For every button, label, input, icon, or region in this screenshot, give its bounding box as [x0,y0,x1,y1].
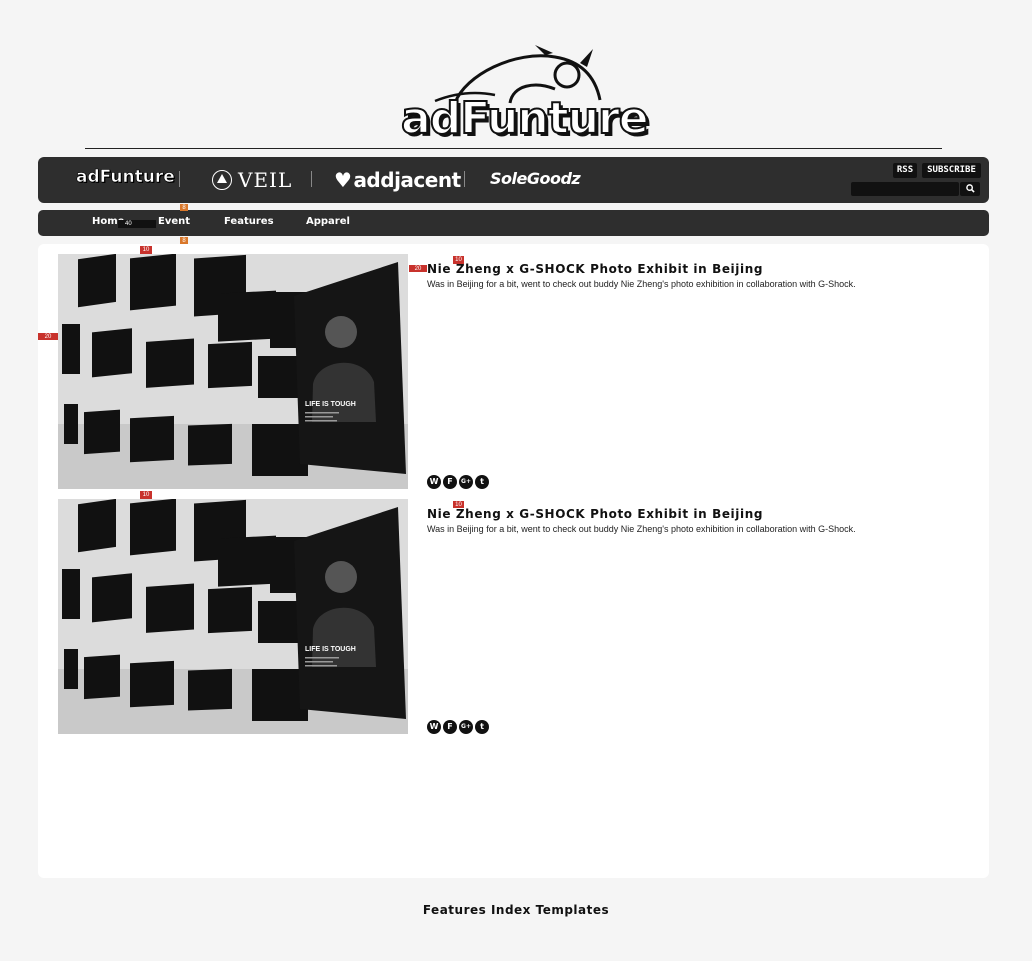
share-google-plus-button[interactable]: G+ [459,475,473,489]
share-buttons: W F G+ t [427,475,489,489]
share-weibo-button[interactable]: W [427,720,441,734]
footer-link[interactable]: Features Index Templates [0,903,1032,917]
post-title[interactable]: Nie Zheng x G-SHOCK Photo Exhibit in Bei… [427,262,763,276]
rss-button[interactable]: RSS [893,163,917,178]
post-title[interactable]: Nie Zheng x G-SHOCK Photo Exhibit in Bei… [427,507,763,521]
brand-addjacent-label: addjacent [353,168,461,192]
search-icon [965,184,975,193]
debug-marker: 20 [38,333,58,340]
share-tumblr-button[interactable]: t [475,720,489,734]
exhibit-photo: LIFE IS TOUGH [58,254,408,489]
heart-icon: ♥ [334,168,352,192]
share-google-plus-button[interactable]: G+ [459,720,473,734]
debug-marker: 40 [118,220,156,228]
search-button[interactable] [960,182,980,196]
debug-marker: 20 [409,265,427,272]
brand-separator [179,171,180,187]
post-excerpt: Was in Beijing for a bit, went to check … [427,279,856,289]
debug-marker: 10 [140,491,152,499]
post-card: LIFE IS TOUGH Nie Zheng x G-SHOCK Photo … [58,254,969,489]
search-input[interactable] [851,182,959,196]
photo-caption: LIFE IS TOUGH [305,401,356,408]
brand-link-adfunture[interactable]: adFunture [76,167,175,188]
debug-marker: 8 [180,204,188,211]
veil-logo-icon [212,170,232,190]
subscribe-button[interactable]: SUBSCRIBE [922,163,981,178]
brand-separator [464,171,465,187]
debug-marker: 8 [180,237,188,244]
post-thumbnail[interactable]: LIFE IS TOUGH [58,499,408,734]
share-buttons: W F G+ t [427,720,489,734]
debug-marker: 10 [453,501,464,508]
nav-item-apparel[interactable]: Apparel [306,216,350,227]
nav-item-event[interactable]: Event [158,216,190,227]
brand-separator [311,171,312,187]
brand-bar: adFunture VEIL ♥ addjacent SoleGoodz RSS … [38,157,989,203]
share-tumblr-button[interactable]: t [475,475,489,489]
share-weibo-button[interactable]: W [427,475,441,489]
debug-marker: 10 [453,256,464,264]
main-nav: Home 40 Event Features Apparel [38,210,989,236]
site-logo[interactable]: adFunture [395,45,650,145]
post-card: LIFE IS TOUGH Nie Zheng x G-SHOCK Photo … [58,499,969,734]
post-thumbnail[interactable]: LIFE IS TOUGH [58,254,408,489]
share-facebook-button[interactable]: F [443,475,457,489]
brand-link-addjacent[interactable]: ♥ addjacent [334,168,461,192]
brand-link-veil[interactable]: VEIL [212,168,292,192]
exhibit-photo: LIFE IS TOUGH [58,499,408,734]
brand-link-solegoodz[interactable]: SoleGoodz [490,169,581,188]
debug-marker: 10 [140,246,152,254]
logo-wordmark: adFunture [400,92,650,145]
share-facebook-button[interactable]: F [443,720,457,734]
content-panel: LIFE IS TOUGH Nie Zheng x G-SHOCK Photo … [38,244,989,878]
header-divider [85,148,942,149]
brand-veil-label: VEIL [238,168,293,192]
photo-caption: LIFE IS TOUGH [305,646,356,653]
nav-item-features[interactable]: Features [224,216,274,227]
post-excerpt: Was in Beijing for a bit, went to check … [427,524,856,534]
